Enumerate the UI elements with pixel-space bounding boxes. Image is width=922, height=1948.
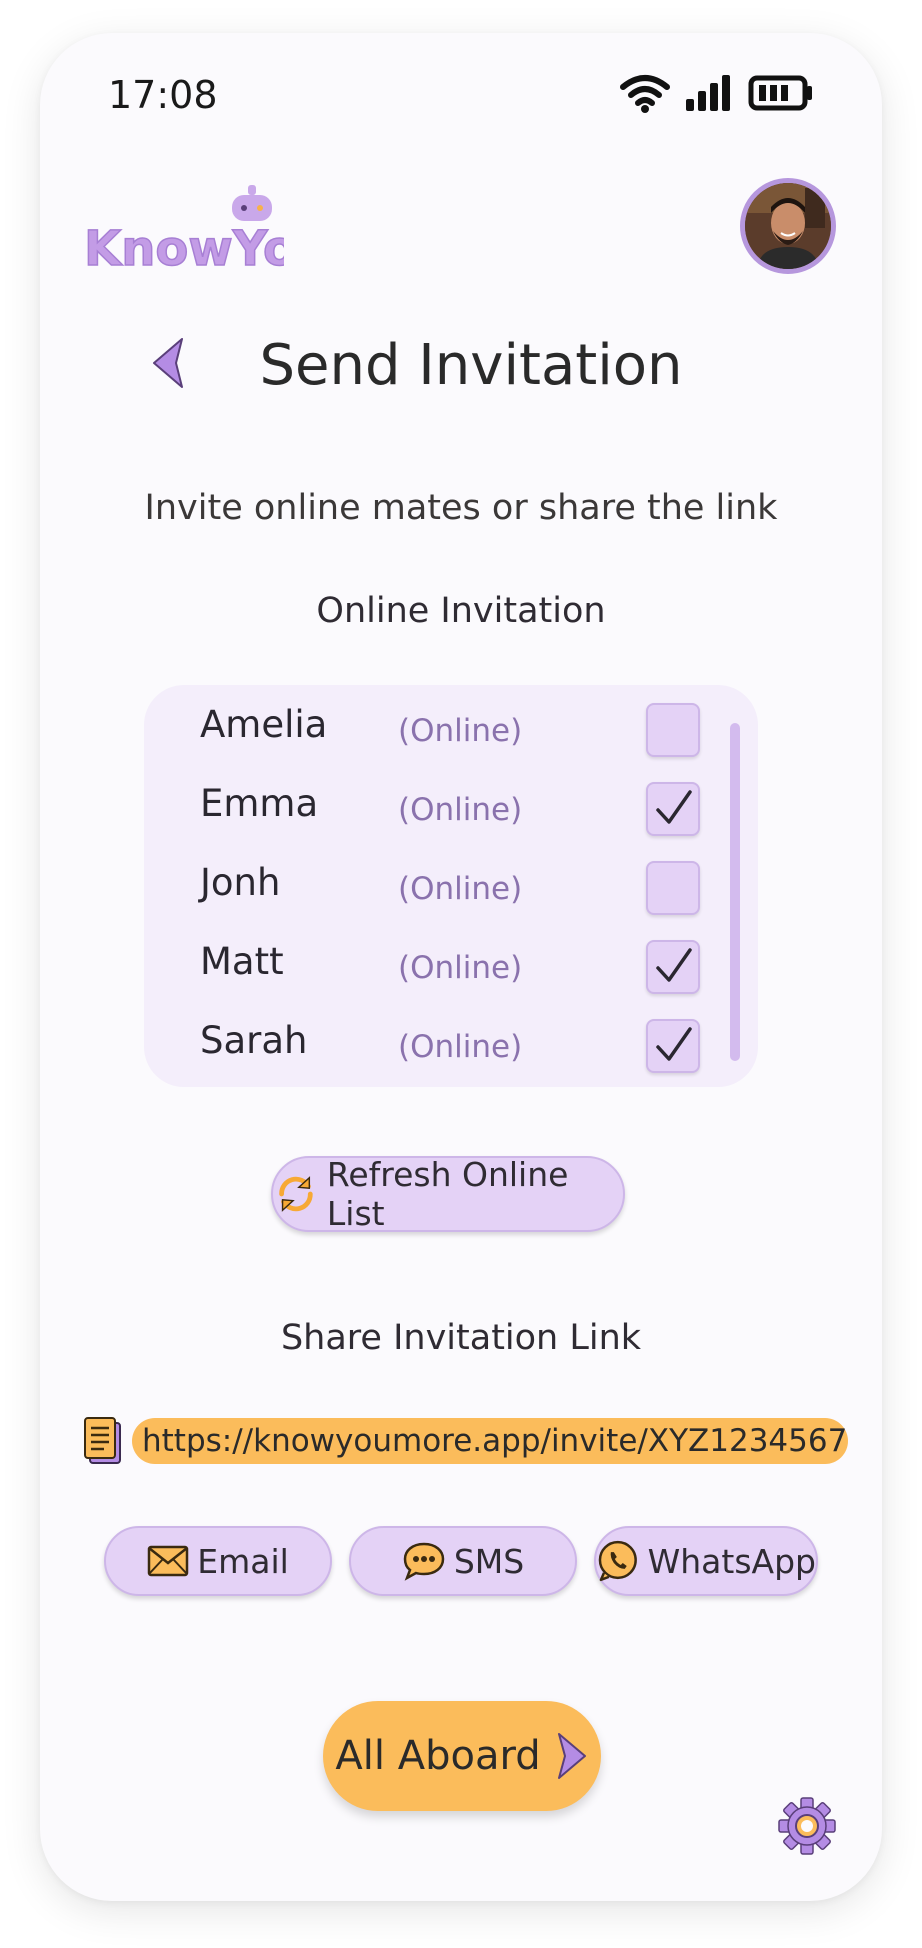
- settings-button[interactable]: [776, 1795, 838, 1857]
- whatsapp-label: WhatsApp: [647, 1541, 816, 1581]
- checkmark-icon: [656, 790, 692, 824]
- invite-checkbox[interactable]: [646, 940, 700, 994]
- share-link-title: Share Invitation Link: [280, 1318, 642, 1358]
- logo-text: KnowYou: [84, 221, 284, 277]
- list-scrollbar[interactable]: [730, 723, 740, 1061]
- friend-status: (Online): [398, 871, 523, 907]
- envelope-icon: [147, 1545, 189, 1577]
- list-item[interactable]: Amelia (Online): [144, 693, 758, 773]
- friend-name: Amelia: [200, 703, 328, 746]
- copy-link-button[interactable]: [82, 1415, 124, 1471]
- checkmark-icon: [656, 948, 692, 982]
- list-item[interactable]: Matt (Online): [144, 930, 758, 1010]
- checkmark-icon: [656, 1027, 692, 1061]
- online-invitation-title: Online Invitation: [316, 591, 606, 631]
- list-item[interactable]: Jonh (Online): [144, 851, 758, 931]
- friend-name: Sarah: [200, 1019, 308, 1062]
- refresh-icon: [279, 1176, 313, 1212]
- avatar[interactable]: [740, 178, 836, 274]
- status-icons: [620, 73, 814, 113]
- invitation-link[interactable]: https://knowyoumore.app/invite/XYZ123456…: [132, 1418, 848, 1464]
- status-time: 17:08: [108, 73, 218, 117]
- invite-checkbox[interactable]: [646, 861, 700, 915]
- invite-checkbox[interactable]: [646, 1019, 700, 1073]
- friend-status: (Online): [398, 792, 523, 828]
- refresh-label: Refresh Online List: [326, 1155, 569, 1233]
- friend-name: Matt: [200, 940, 284, 983]
- share-whatsapp-button[interactable]: WhatsApp: [594, 1526, 818, 1596]
- page-subtitle: Invite online mates or share the link: [144, 488, 778, 528]
- list-item[interactable]: Sarah (Online): [144, 1009, 758, 1089]
- controller-icon: [232, 185, 272, 221]
- all-aboard-label: All Aboard: [335, 1733, 541, 1779]
- invite-checkbox[interactable]: [646, 703, 700, 757]
- copy-icon: [84, 1417, 121, 1464]
- refresh-list-button[interactable]: Refresh Online List: [271, 1155, 625, 1233]
- chat-bubble-icon: [403, 1542, 445, 1581]
- friend-name: Jonh: [200, 861, 281, 904]
- app-logo: KnowYou: [83, 183, 331, 297]
- gear-icon: [778, 1797, 836, 1855]
- online-friends-list: Amelia (Online) Emma (Online) Jonh (Onli…: [144, 685, 758, 1087]
- phone-screen: 17:08 KnowYo Send Invitation Invite onli…: [40, 33, 882, 1901]
- friend-status: (Online): [398, 713, 523, 749]
- wifi-icon: [620, 75, 670, 113]
- sms-label: SMS: [453, 1541, 525, 1581]
- signal-icon: [686, 75, 730, 111]
- friend-status: (Online): [398, 1029, 523, 1065]
- email-label: Email: [197, 1541, 289, 1581]
- share-sms-button[interactable]: SMS: [349, 1526, 577, 1596]
- page-title: Send Invitation: [259, 333, 683, 398]
- invite-checkbox[interactable]: [646, 782, 700, 836]
- all-aboard-button[interactable]: All Aboard: [323, 1701, 601, 1811]
- battery-icon: [748, 75, 812, 111]
- whatsapp-icon: [598, 1540, 637, 1582]
- list-item[interactable]: Emma (Online): [144, 772, 758, 852]
- chevron-right-icon: [557, 1733, 586, 1779]
- share-email-button[interactable]: Email: [104, 1526, 332, 1596]
- friend-name: Emma: [200, 782, 319, 825]
- friend-status: (Online): [398, 950, 523, 986]
